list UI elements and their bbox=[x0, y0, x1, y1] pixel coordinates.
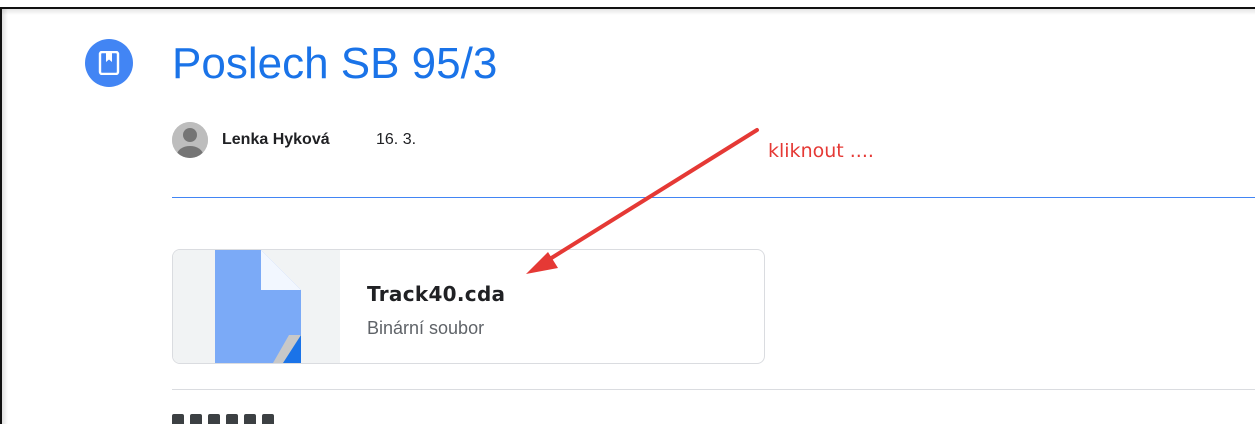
attachment-card[interactable]: Track40.cda Binární soubor bbox=[172, 249, 765, 364]
bookmark-icon bbox=[85, 39, 133, 87]
attachment-name[interactable]: Track40.cda bbox=[367, 282, 505, 306]
window-shadow-left bbox=[2, 9, 8, 424]
section-divider bbox=[172, 389, 1255, 390]
header-divider bbox=[172, 197, 1255, 198]
attachment-thumbnail[interactable] bbox=[173, 250, 340, 363]
file-icon bbox=[215, 250, 301, 363]
page-title: Poslech SB 95/3 bbox=[172, 39, 498, 88]
author-name[interactable]: Lenka Hyková bbox=[222, 131, 330, 149]
person-icon[interactable] bbox=[172, 122, 208, 158]
window-shadow-top bbox=[2, 9, 1255, 15]
post-date: 16. 3. bbox=[376, 131, 417, 148]
attachment-type: Binární soubor bbox=[367, 318, 485, 338]
annotation-label: kliknout .... bbox=[768, 140, 874, 162]
truncated-content bbox=[172, 414, 292, 424]
app-frame: Poslech SB 95/3 Lenka Hyková 16. 3. Trac… bbox=[0, 0, 1255, 424]
